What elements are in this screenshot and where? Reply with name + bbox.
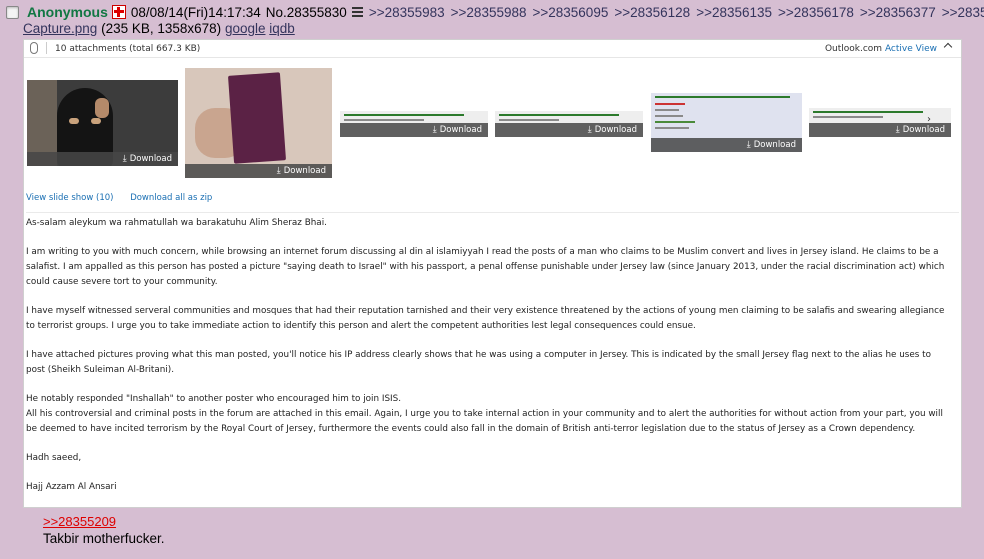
post-image[interactable]: 10 attachments (total 667.3 KB) Outlook.… <box>23 39 962 508</box>
iqdb-search-link[interactable]: iqdb <box>269 21 295 36</box>
outlook-view-switch: Outlook.com Active View <box>825 44 937 54</box>
post-datetime: 08/08/14(Fri)14:17:34 <box>130 4 261 20</box>
file-info: Capture.png (235 KB, 1358x678) google iq… <box>23 21 295 36</box>
download-icon: ⤓ <box>587 125 592 135</box>
attachment-thumbnail-screenshot: › ⤓ Download <box>809 108 951 137</box>
backlink[interactable]: >>28356128 <box>614 5 690 20</box>
backlink[interactable]: >>28356135 <box>696 5 772 20</box>
download-all-link: Download all as zip <box>130 193 213 203</box>
email-greeting: As-salam aleykum wa rahmatullah wa barak… <box>26 218 327 228</box>
attachment-thumbnail-screenshot: ⤓ Download <box>495 111 643 137</box>
attachment-thumbnail-screenshot: ⤓ Download <box>651 93 802 152</box>
backlink[interactable]: >>28356178 <box>778 5 854 20</box>
backlink[interactable]: >>28355988 <box>451 5 527 20</box>
download-bar: ⤓ Download <box>340 123 488 137</box>
download-icon: ⤓ <box>122 154 127 164</box>
email-paragraph: I am writing to you with much concern, w… <box>26 247 945 287</box>
email-paragraph: All his controversial and criminal posts… <box>26 409 943 434</box>
divider <box>46 42 47 54</box>
download-bar: ⤓ Download <box>495 123 643 137</box>
download-bar: ⤓ Download <box>27 152 178 166</box>
download-bar: ⤓ Download <box>809 123 951 137</box>
jersey-flag-icon <box>111 5 126 19</box>
download-icon: ⤓ <box>432 125 437 135</box>
download-icon: ⤓ <box>276 166 281 176</box>
attachment-thumbnail-screenshot: ⤓ Download <box>340 111 488 137</box>
email-closing: Hadh saeed, <box>26 453 82 463</box>
attachment-actions: View slide show (10) Download all as zip <box>26 193 226 203</box>
view-slideshow-link: View slide show (10) <box>26 193 114 203</box>
email-body: As-salam aleykum wa rahmatullah wa barak… <box>26 216 950 507</box>
backlink[interactable]: >>28355983 <box>369 5 445 20</box>
poster-name: Anonymous <box>27 4 108 20</box>
divider <box>26 212 959 213</box>
backlink[interactable]: >>28356377 <box>860 5 936 20</box>
backlink[interactable]: >>28356095 <box>533 5 609 20</box>
reply-post: >>28355209 Takbir motherfucker. <box>43 514 165 546</box>
download-icon: ⤓ <box>746 140 751 150</box>
post-header: Anonymous 08/08/14(Fri)14:17:34 No.28355… <box>6 3 984 21</box>
post-select-checkbox[interactable] <box>6 5 19 19</box>
quote-link[interactable]: >>28355209 <box>43 514 116 529</box>
email-paragraph: He notably responded "Inshallah" to anot… <box>26 394 402 404</box>
post-number-link[interactable]: No.28355830 <box>266 5 347 20</box>
download-icon: ⤓ <box>895 125 900 135</box>
outlook-brand: Outlook.com <box>824 44 883 54</box>
backlinks: >>28355983 >>28355988 >>28356095 >>28356… <box>369 5 984 20</box>
file-meta: (235 KB, 1358x678) <box>101 21 222 36</box>
download-bar: ⤓ Download <box>651 138 802 152</box>
backlink[interactable]: >>28356501 <box>942 5 984 20</box>
email-signature: Hajj Azzam Al Ansari <box>26 482 117 492</box>
attachments-summary: 10 attachments (total 667.3 KB) <box>55 44 201 54</box>
outlook-attachment-bar: 10 attachments (total 667.3 KB) Outlook.… <box>24 40 961 58</box>
post-menu-icon[interactable] <box>351 5 363 19</box>
download-bar: ⤓ Download <box>185 164 332 178</box>
reply-message: Takbir motherfucker. <box>43 531 165 546</box>
file-name-link[interactable]: Capture.png <box>23 21 97 36</box>
active-view-link: Active View <box>884 44 937 54</box>
email-paragraph: I have attached pictures proving what th… <box>26 350 932 375</box>
attachment-thumbnail-balaclava: ⤓ Download <box>27 80 178 166</box>
google-search-link[interactable]: google <box>225 21 266 36</box>
attachment-thumbnail-passport: ⤓ Download <box>185 68 332 178</box>
email-paragraph: I have myself witnessed serveral communi… <box>26 306 945 331</box>
paperclip-icon <box>30 42 38 54</box>
chevron-up-icon <box>943 42 953 52</box>
